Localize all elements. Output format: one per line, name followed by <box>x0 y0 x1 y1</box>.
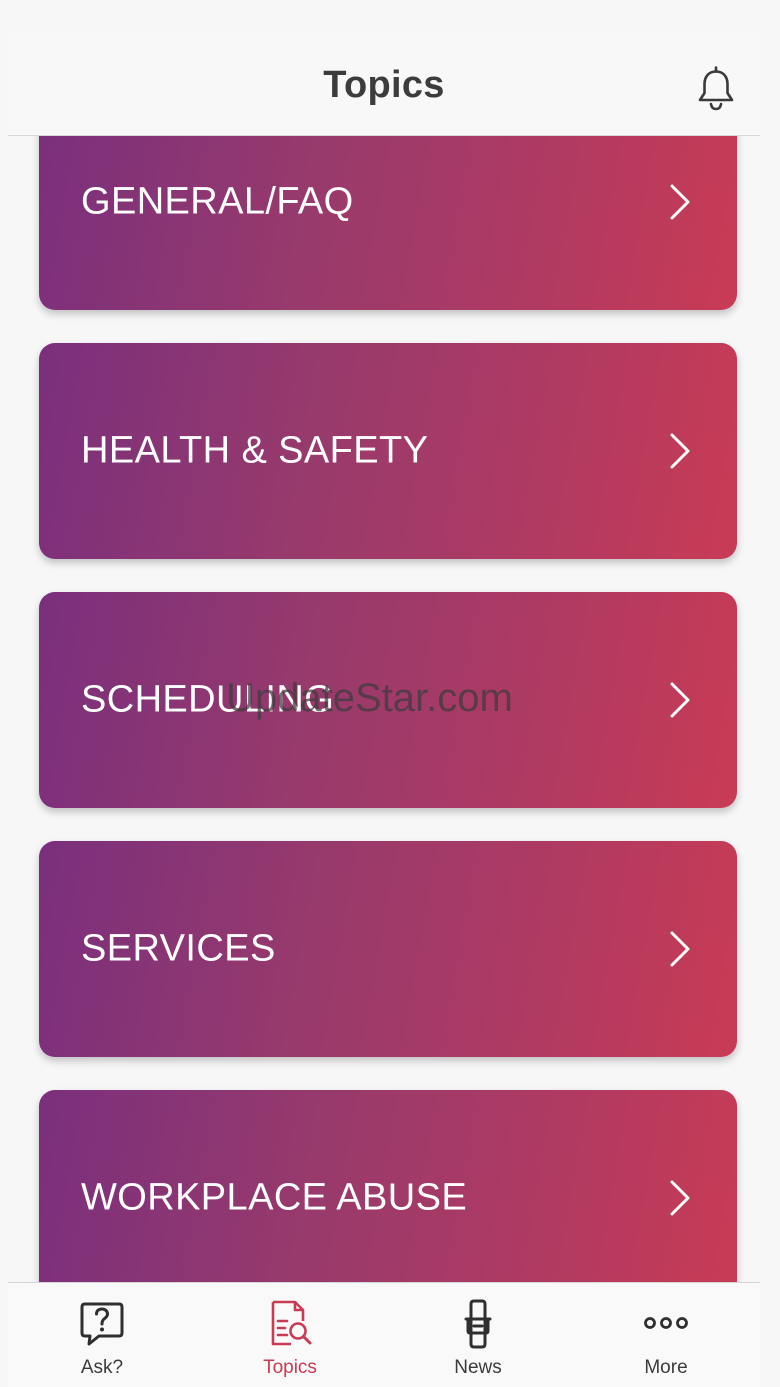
question-bubble-icon <box>80 1302 124 1346</box>
topic-card-general-faq[interactable]: GENERAL/FAQ <box>39 136 737 310</box>
chevron-right-icon <box>670 433 690 469</box>
topic-card-scheduling[interactable]: SCHEDULING <box>39 592 737 808</box>
topic-label: HEALTH & SAFETY <box>81 429 429 472</box>
chevron-right-icon <box>670 931 690 967</box>
topic-card-workplace-abuse[interactable]: WORKPLACE ABUSE <box>39 1090 737 1282</box>
bottom-nav: Ask? Topics News More <box>8 1282 760 1387</box>
nav-item-more[interactable]: More <box>572 1283 760 1387</box>
chevron-right-icon <box>670 184 690 220</box>
page-title: Topics <box>323 64 445 106</box>
chevron-right-icon <box>670 682 690 718</box>
topic-label: SERVICES <box>81 927 276 970</box>
topic-label: SCHEDULING <box>81 678 335 721</box>
topic-card-services[interactable]: SERVICES <box>39 841 737 1057</box>
chevron-right-icon <box>670 1180 690 1216</box>
news-device-icon <box>464 1299 492 1349</box>
document-search-icon <box>271 1300 312 1346</box>
nav-item-news[interactable]: News <box>384 1283 572 1387</box>
topic-card-health-safety[interactable]: HEALTH & SAFETY <box>39 343 737 559</box>
nav-item-ask[interactable]: Ask? <box>8 1283 196 1387</box>
topic-label: GENERAL/FAQ <box>81 180 354 223</box>
nav-label: Ask? <box>80 1357 124 1378</box>
more-dots-icon <box>644 1317 688 1329</box>
topics-list: GENERAL/FAQ HEALTH & SAFETY SCHEDULING S… <box>8 136 760 1282</box>
nav-label: Topics <box>263 1357 317 1378</box>
topics-screen: Topics GENERAL/FAQ HEALTH & SAFETY SCHED… <box>0 0 780 1387</box>
nav-label: More <box>644 1357 688 1378</box>
nav-label: News <box>454 1357 502 1378</box>
nav-item-topics[interactable]: Topics <box>196 1283 384 1387</box>
bell-icon[interactable] <box>696 66 736 112</box>
app-header: Topics <box>8 30 760 136</box>
topic-label: WORKPLACE ABUSE <box>81 1176 468 1219</box>
